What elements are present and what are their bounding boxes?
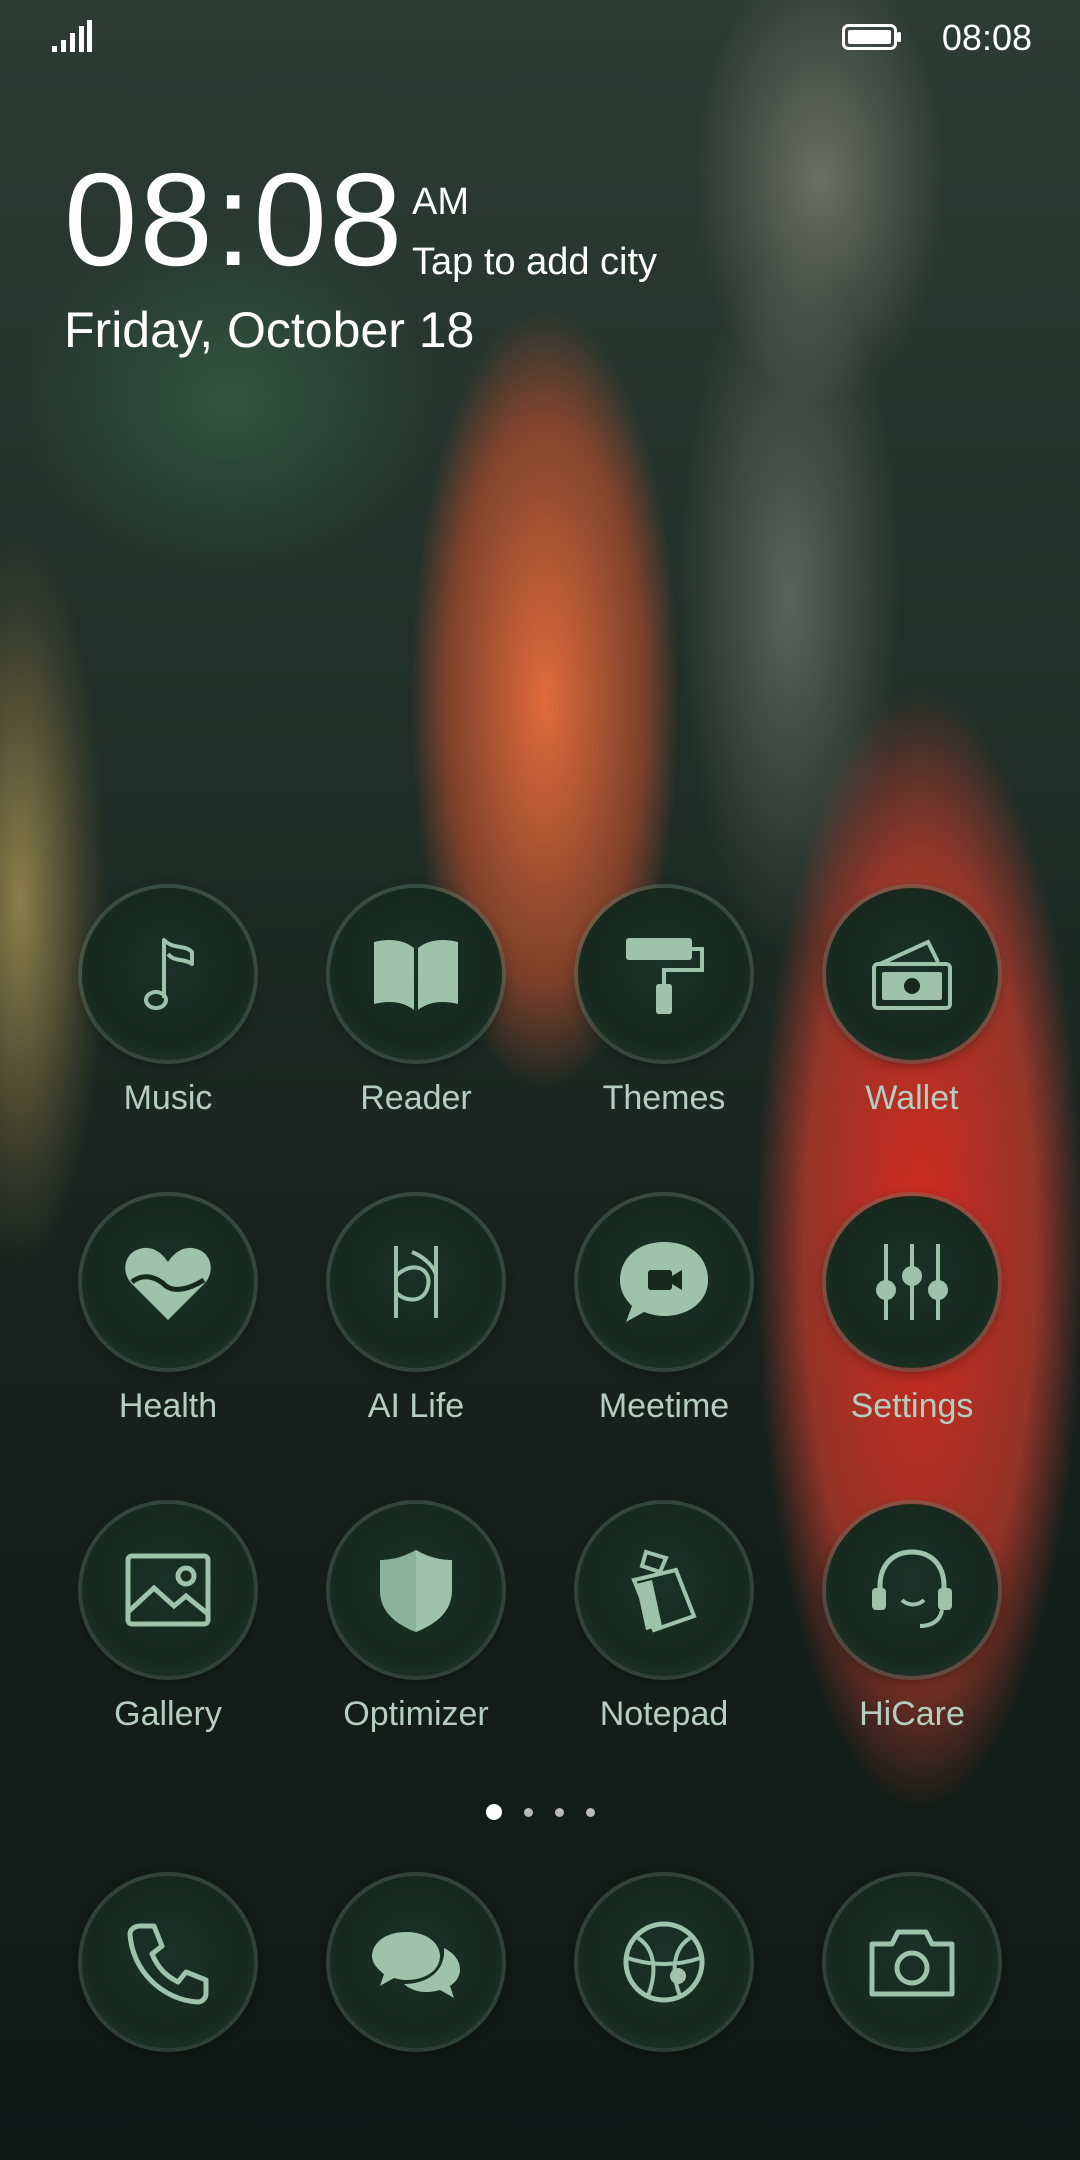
signal-icon xyxy=(52,20,92,52)
shield-icon xyxy=(380,1550,452,1632)
app-icon-bg[interactable] xyxy=(82,1876,254,2048)
app-label: Reader xyxy=(360,1079,472,1117)
sliders-icon xyxy=(876,1244,948,1320)
app-hicare[interactable]: HiCare xyxy=(788,1504,1036,1784)
app-label: Gallery xyxy=(114,1695,222,1733)
clock-widget[interactable]: 08:08 AM Tap to add city Friday, October… xyxy=(64,150,764,370)
music-note-icon xyxy=(144,938,194,1010)
app-gallery[interactable]: Gallery xyxy=(44,1504,292,1784)
headset-icon xyxy=(872,1549,952,1628)
app-icon-bg[interactable] xyxy=(330,888,502,1060)
app-icon-bg[interactable] xyxy=(826,888,998,1060)
page-indicator[interactable] xyxy=(0,1802,1080,1822)
app-icon-bg[interactable] xyxy=(578,888,750,1060)
app-music[interactable]: Music xyxy=(44,888,292,1168)
clock-time[interactable]: 08:08 xyxy=(64,150,404,290)
app-icon-bg[interactable] xyxy=(330,1196,502,1368)
app-health[interactable]: Health xyxy=(44,1196,292,1476)
app-icon-bg[interactable] xyxy=(826,1504,998,1676)
heart-icon xyxy=(125,1247,211,1320)
app-label: Music xyxy=(123,1079,213,1117)
app-wallet[interactable]: Wallet xyxy=(788,888,1036,1168)
app-icon-bg[interactable] xyxy=(578,1504,750,1676)
app-label: Wallet xyxy=(865,1079,959,1117)
phone-icon xyxy=(127,1923,209,2005)
app-themes[interactable]: Themes xyxy=(540,888,788,1168)
wallet-icon xyxy=(872,939,952,1010)
battery-icon xyxy=(842,24,901,50)
dock xyxy=(0,1876,1080,2056)
dock-messages[interactable] xyxy=(292,1876,540,2156)
video-chat-icon xyxy=(620,1242,708,1322)
status-time: 08:08 xyxy=(941,17,1032,58)
page-dot[interactable] xyxy=(585,1807,595,1817)
app-icon-bg[interactable] xyxy=(826,1196,998,1368)
app-notepad[interactable]: Notepad xyxy=(540,1504,788,1784)
app-meetime[interactable]: Meetime xyxy=(540,1196,788,1476)
book-icon xyxy=(374,940,458,1010)
app-icon-bg[interactable] xyxy=(82,1196,254,1368)
app-icon-bg[interactable] xyxy=(826,1876,998,2048)
home-screen: 08:08 08:08 AM Tap to add city Friday, O… xyxy=(0,0,1080,2160)
app-label: AI Life xyxy=(367,1387,465,1425)
image-icon xyxy=(125,1553,211,1627)
app-reader[interactable]: Reader xyxy=(292,888,540,1168)
app-ai-life[interactable]: AI Life xyxy=(292,1196,540,1476)
clock-date: Friday, October 18 xyxy=(64,302,475,358)
clock-ampm: AM xyxy=(412,181,469,223)
app-icon-bg[interactable] xyxy=(578,1876,750,2048)
status-bar: 08:08 xyxy=(0,0,1080,72)
add-city-link[interactable]: Tap to add city xyxy=(412,240,657,284)
app-label: Health xyxy=(118,1387,218,1425)
app-icon-bg[interactable] xyxy=(82,1504,254,1676)
app-optimizer[interactable]: Optimizer xyxy=(292,1504,540,1784)
app-label: Optimizer xyxy=(343,1695,489,1733)
dock-camera[interactable] xyxy=(788,1876,1036,2156)
browser-icon xyxy=(623,1921,705,2003)
page-dot[interactable] xyxy=(554,1807,564,1817)
dock-phone[interactable] xyxy=(44,1876,292,2156)
app-icon-bg[interactable] xyxy=(330,1504,502,1676)
app-label: Meetime xyxy=(598,1387,730,1425)
paint-roller-icon xyxy=(626,938,704,1014)
app-label: Settings xyxy=(850,1387,974,1425)
page-dot-active[interactable] xyxy=(485,1804,502,1820)
ai-life-icon xyxy=(394,1246,438,1318)
app-icon-bg[interactable] xyxy=(330,1876,502,2048)
messages-icon xyxy=(372,1932,460,1998)
dock-browser[interactable] xyxy=(540,1876,788,2156)
app-icon-bg[interactable] xyxy=(578,1196,750,1368)
camera-icon xyxy=(869,1929,955,1997)
notepad-icon xyxy=(631,1549,697,1633)
app-icon-bg[interactable] xyxy=(82,888,254,1060)
page-dot[interactable] xyxy=(523,1807,533,1817)
app-settings[interactable]: Settings xyxy=(788,1196,1036,1476)
app-label: HiCare xyxy=(859,1695,965,1733)
app-label: Notepad xyxy=(599,1695,729,1733)
app-label: Themes xyxy=(602,1079,726,1117)
